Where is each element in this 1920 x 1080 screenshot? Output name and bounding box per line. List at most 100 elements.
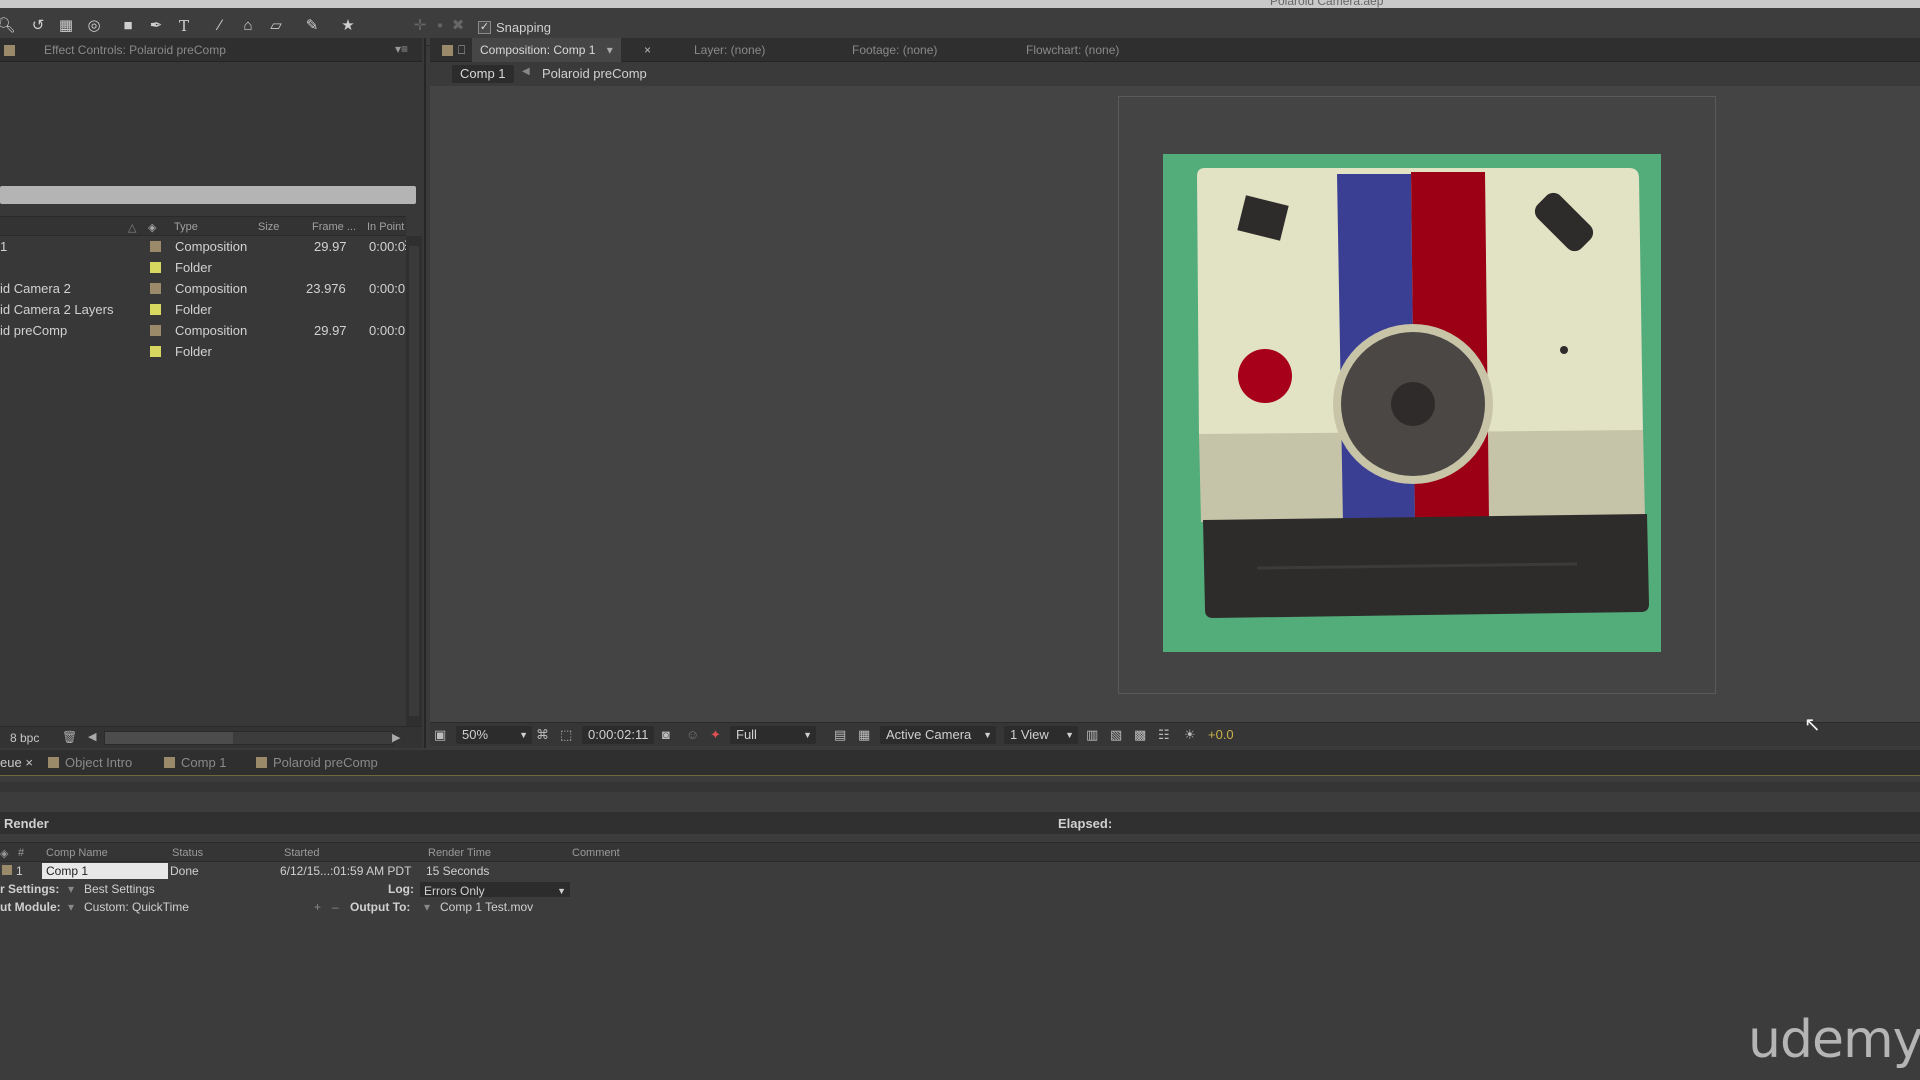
always-preview-icon[interactable]: ▣	[434, 726, 446, 744]
eraser-tool-icon[interactable]: ▱	[264, 14, 288, 38]
label-color-swatch[interactable]	[150, 325, 161, 336]
scrollbar-thumb[interactable]	[105, 732, 233, 744]
panel-menu-icon[interactable]: ▾≡	[395, 42, 408, 56]
snapshot-camera-icon[interactable]: ◙	[662, 726, 670, 744]
exposure-value[interactable]: +0.0	[1208, 726, 1234, 744]
label-color-swatch[interactable]	[150, 346, 161, 357]
view-layout-select[interactable]: 1 View ▼	[1004, 726, 1078, 744]
timeline-icon[interactable]: ▩	[1134, 726, 1146, 744]
render-item-comp-name[interactable]: Comp 1	[42, 863, 168, 879]
column-in-point[interactable]: In Point	[367, 221, 404, 233]
chevron-down-icon[interactable]: ▾	[68, 882, 74, 896]
column-size[interactable]: Size	[258, 221, 279, 233]
safe-margins-icon[interactable]: ⌘	[536, 726, 549, 744]
zoom-tool-icon[interactable]: 🔍︎	[0, 14, 18, 38]
label-color-swatch[interactable]	[150, 262, 161, 273]
region-of-interest-icon[interactable]: ⬚	[560, 726, 572, 744]
project-item-type: Composition	[175, 281, 248, 296]
scrollbar-thumb[interactable]	[409, 246, 419, 716]
rotate-tool-icon[interactable]: ↺	[26, 14, 50, 38]
current-time-display[interactable]: 0:00:02:11	[582, 726, 655, 744]
output-to-value[interactable]: Comp 1 Test.mov	[440, 900, 533, 914]
label-color-swatch[interactable]	[2, 865, 12, 875]
roto-brush-tool-icon[interactable]: ✎	[300, 14, 324, 38]
tab-composition[interactable]: Composition: Comp 1 ▾	[472, 38, 621, 62]
type-tool-icon[interactable]: T	[172, 14, 196, 38]
tab-footage[interactable]: Footage: (none)	[852, 38, 937, 62]
resolution-select[interactable]: Full ▼	[730, 726, 816, 744]
snapping-toggle[interactable]: ✓ Snapping	[478, 16, 551, 38]
column-comment[interactable]: Comment	[572, 847, 620, 859]
toggle-pixel-aspect-icon[interactable]: ▥	[1086, 726, 1098, 744]
project-item[interactable]: id preComp Composition 29.97 0:00:0	[0, 320, 406, 341]
clone-stamp-tool-icon[interactable]: ⌂	[236, 14, 260, 38]
label-color-swatch[interactable]	[150, 241, 161, 252]
render-queue-item[interactable]: 1 Comp 1 Done 6/12/15...:01:59 AM PDT 15…	[0, 862, 1920, 880]
close-icon[interactable]: ×	[644, 38, 651, 62]
column-status[interactable]: Status	[172, 847, 203, 859]
column-started[interactable]: Started	[284, 847, 319, 859]
project-item[interactable]: id Camera 2 Composition 23.976 0:00:0	[0, 278, 406, 299]
lock-icon[interactable]: ⎕	[458, 38, 465, 62]
scroll-left-icon[interactable]: ◀	[88, 730, 96, 743]
label-column-icon[interactable]: ◈	[0, 847, 8, 860]
remove-output-icon[interactable]: –	[332, 900, 339, 914]
breadcrumb-comp-1[interactable]: Comp 1	[452, 65, 514, 83]
fast-preview-3d-icon[interactable]: ▧	[1110, 726, 1122, 744]
puppet-tool-icon[interactable]: ★	[336, 14, 360, 38]
chevron-down-icon: ▼	[983, 730, 992, 740]
pan-behind-tool-icon[interactable]: ◎	[82, 14, 106, 38]
tab-comp-1[interactable]: Comp 1	[164, 755, 227, 770]
label-color-swatch[interactable]	[150, 304, 161, 315]
flowchart-view-icon[interactable]: ☷	[1158, 726, 1170, 744]
scroll-right-icon[interactable]: ▶	[392, 731, 400, 744]
tab-render-queue[interactable]: eue ×	[0, 755, 33, 770]
breadcrumb-polaroid-precomp[interactable]: Polaroid preComp	[542, 66, 647, 81]
column-comp-name[interactable]: Comp Name	[46, 847, 108, 859]
label-color-swatch[interactable]	[150, 283, 161, 294]
project-scrollbar[interactable]	[406, 236, 422, 726]
tab-polaroid-precomp[interactable]: Polaroid preComp	[256, 755, 378, 770]
project-item[interactable]: 1 Composition 29.97 0:00:0	[0, 236, 406, 257]
bpc-button[interactable]: 8 bpc	[10, 731, 39, 745]
pen-tool-icon[interactable]: ✒	[144, 14, 168, 38]
zoom-select[interactable]: 50% ▼	[456, 726, 532, 744]
project-item[interactable]: Folder	[0, 341, 406, 362]
chevron-down-icon[interactable]: ▾	[68, 900, 74, 914]
exposure-icon[interactable]: ☀	[1184, 726, 1196, 744]
output-module-value[interactable]: Custom: QuickTime	[84, 900, 189, 914]
fast-previews-icon[interactable]: ▤	[834, 726, 846, 744]
camera-tool-icon[interactable]: ▦	[54, 14, 78, 38]
show-snapshot-icon[interactable]: ☺	[686, 726, 699, 744]
render-settings-value[interactable]: Best Settings	[84, 882, 155, 896]
project-item-name: id Camera 2	[0, 281, 71, 296]
tab-layer[interactable]: Layer: (none)	[694, 38, 765, 62]
column-frame-rate[interactable]: Frame ...	[312, 221, 356, 233]
project-horizontal-scrollbar[interactable]	[104, 731, 394, 745]
snapping-checkbox[interactable]: ✓	[478, 20, 491, 34]
log-select[interactable]: Errors Only ▼	[420, 882, 570, 898]
column-type[interactable]: Type	[174, 221, 198, 233]
channel-rgb-icon[interactable]: ✦	[710, 726, 721, 744]
sort-up-icon[interactable]: △	[128, 221, 136, 234]
column-number[interactable]: #	[18, 847, 24, 859]
label-column-icon[interactable]: ◈	[148, 221, 156, 234]
add-output-icon[interactable]: +	[314, 900, 321, 914]
column-render-time[interactable]: Render Time	[428, 847, 491, 859]
project-search-input[interactable]	[0, 186, 416, 204]
chevron-down-icon[interactable]: ▾	[607, 43, 613, 57]
tab-object-intro[interactable]: Object Intro	[48, 755, 132, 770]
trash-icon[interactable]: 🗑︎	[62, 730, 77, 744]
close-icon[interactable]: ×	[25, 755, 33, 770]
project-item[interactable]: Folder	[0, 257, 406, 278]
chevron-down-icon[interactable]: ▾	[424, 900, 430, 914]
polaroid-camera-artwork[interactable]	[1163, 154, 1661, 652]
axis-view-icon[interactable]: ✖	[446, 14, 470, 38]
effect-controls-tab[interactable]: Effect Controls: Polaroid preComp ▾≡	[0, 38, 422, 62]
rectangle-tool-icon[interactable]: ■	[116, 14, 140, 38]
tab-flowchart[interactable]: Flowchart: (none)	[1026, 38, 1119, 62]
camera-view-select[interactable]: Active Camera ▼	[880, 726, 996, 744]
project-item[interactable]: id Camera 2 Layers Folder	[0, 299, 406, 320]
transparency-grid-icon[interactable]: ▦	[858, 726, 870, 744]
brush-tool-icon[interactable]: ∕	[208, 14, 232, 38]
